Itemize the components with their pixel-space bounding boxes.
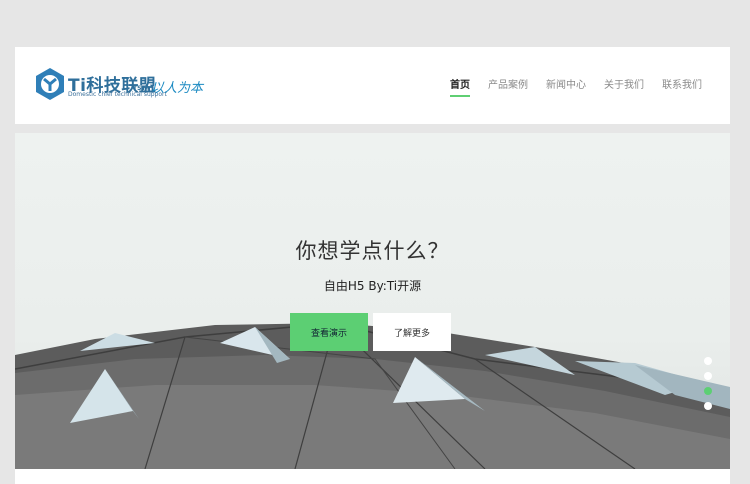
slider-dot-1[interactable] <box>704 357 712 365</box>
site-header: Ti科技联盟 Domestic chief technical support … <box>15 47 730 124</box>
nav-item-news[interactable]: 新闻中心 <box>546 76 586 95</box>
nav-item-about[interactable]: 关于我们 <box>604 76 644 95</box>
brand-logo[interactable]: Ti科技联盟 Domestic chief technical support … <box>34 67 214 105</box>
hero-background-image <box>15 322 730 469</box>
page-frame: Ti科技联盟 Domestic chief technical support … <box>15 47 730 484</box>
slider-pagination <box>704 357 712 413</box>
brand-slogan: 以人为本 <box>151 81 204 96</box>
logo-emblem-icon <box>36 68 64 100</box>
slider-dot-2[interactable] <box>704 372 712 380</box>
view-demo-button[interactable]: 查看演示 <box>290 313 368 351</box>
nav-item-contact[interactable]: 联系我们 <box>662 76 702 95</box>
hero-title: 你想学点什么？ <box>295 239 450 263</box>
slider-dot-4[interactable] <box>704 402 712 410</box>
nav-item-home[interactable]: 首页 <box>450 76 470 97</box>
learn-more-button[interactable]: 了解更多 <box>373 313 451 351</box>
content-strip <box>15 469 730 484</box>
main-nav: 首页 产品案例 新闻中心 关于我们 联系我们 <box>450 76 702 97</box>
hero-subtitle: 自由H5 By:Ti开源 <box>323 279 422 293</box>
hero-banner: 你想学点什么？ 自由H5 By:Ti开源 查看演示 了解更多 <box>15 133 730 469</box>
brand-badge: TSTA <box>133 85 150 92</box>
nav-item-products[interactable]: 产品案例 <box>488 76 528 95</box>
slider-dot-3[interactable] <box>704 387 712 395</box>
